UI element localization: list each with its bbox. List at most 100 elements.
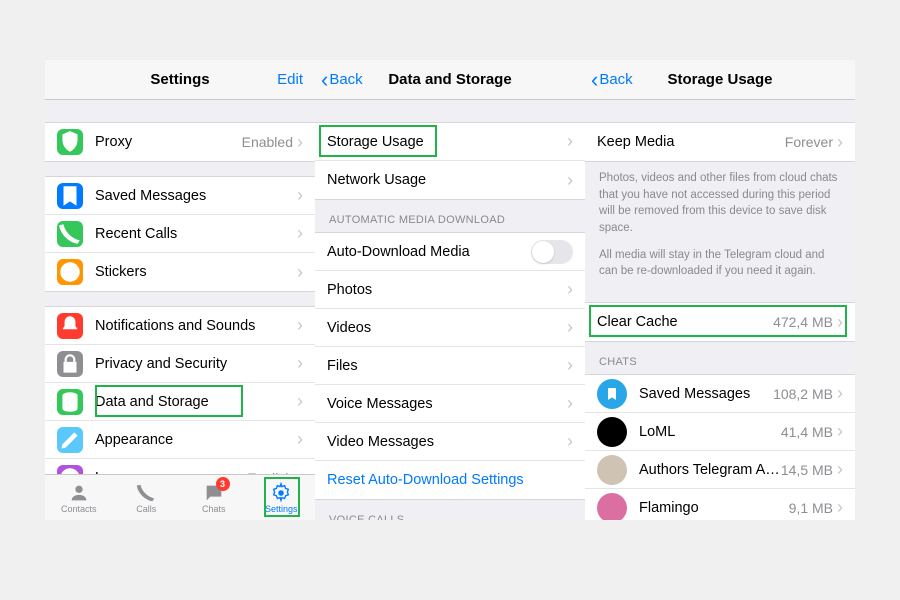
database-icon — [57, 389, 83, 415]
settings-scroll[interactable]: Proxy Enabled › Saved Messages› Recent C… — [45, 100, 315, 474]
row-label: Appearance — [95, 432, 297, 448]
phone-icon — [57, 221, 83, 247]
data-storage-scroll[interactable]: Storage Usage› Network Usage› AUTOMATIC … — [315, 100, 585, 520]
settings-header: Settings Edit — [45, 60, 315, 100]
chat-label: LoML — [639, 424, 781, 440]
chevron-right-icon: › — [297, 262, 303, 283]
storage-usage-scroll[interactable]: Keep Media Forever › Photos, videos and … — [585, 100, 855, 520]
stickers-row[interactable]: Stickers› — [45, 253, 315, 291]
chevron-right-icon: › — [837, 312, 843, 333]
gear-icon — [269, 482, 293, 504]
section-header: CHATS — [585, 342, 855, 374]
proxy-label: Proxy — [95, 134, 242, 150]
chat-row[interactable]: Authors Telegram Accou…14,5 MB› — [585, 451, 855, 489]
tab-label: Contacts — [61, 504, 97, 514]
auto-download-switch[interactable] — [531, 240, 573, 264]
contacts-icon — [67, 482, 91, 504]
row-label: Language — [95, 470, 247, 474]
chat-row[interactable]: LoML41,4 MB› — [585, 413, 855, 451]
avatar — [597, 455, 627, 485]
tab-label: Calls — [136, 504, 156, 514]
recent-calls-row[interactable]: Recent Calls› — [45, 215, 315, 253]
chevron-right-icon: › — [567, 393, 573, 414]
voice-messages-row[interactable]: Voice Messages› — [315, 385, 585, 423]
tab-calls[interactable]: Calls — [113, 475, 181, 520]
row-label: Recent Calls — [95, 226, 297, 242]
language-row[interactable]: Language English › — [45, 459, 315, 474]
bookmark-icon — [57, 183, 83, 209]
chevron-right-icon: › — [567, 131, 573, 152]
row-label: Auto-Download Media — [327, 244, 531, 260]
footnote: Photos, videos and other files from clou… — [585, 162, 855, 245]
clear-cache-row[interactable]: Clear Cache 472,4 MB › — [585, 303, 855, 341]
chevron-right-icon: › — [297, 223, 303, 244]
row-label: Files — [327, 358, 567, 374]
row-value: Forever — [785, 134, 833, 150]
chat-row[interactable]: Saved Messages108,2 MB› — [585, 375, 855, 413]
page-title: Storage Usage — [667, 71, 772, 88]
section-header: VOICE CALLS — [315, 500, 585, 520]
data-storage-screen: ‹Back Data and Storage Storage Usage› Ne… — [315, 60, 585, 520]
section-header: AUTOMATIC MEDIA DOWNLOAD — [315, 200, 585, 232]
chat-label: Authors Telegram Accou… — [639, 462, 781, 478]
row-label: Reset Auto-Download Settings — [327, 472, 573, 488]
row-value: English — [247, 470, 293, 474]
chevron-left-icon: ‹ — [591, 69, 598, 91]
chevron-right-icon: › — [297, 391, 303, 412]
footnote: All media will stay in the Telegram clou… — [585, 245, 855, 288]
chat-label: Saved Messages — [639, 386, 773, 402]
tab-settings[interactable]: Settings — [248, 475, 316, 520]
phone-icon — [134, 482, 158, 504]
keep-media-row[interactable]: Keep Media Forever › — [585, 123, 855, 161]
chevron-left-icon: ‹ — [321, 69, 328, 91]
globe-icon — [57, 465, 83, 474]
row-label: Voice Messages — [327, 396, 567, 412]
photos-row[interactable]: Photos› — [315, 271, 585, 309]
chevron-right-icon: › — [837, 497, 843, 518]
videos-row[interactable]: Videos› — [315, 309, 585, 347]
video-messages-row[interactable]: Video Messages› — [315, 423, 585, 461]
tab-label: Settings — [265, 504, 298, 514]
back-label: Back — [329, 71, 362, 88]
row-label: Notifications and Sounds — [95, 318, 297, 334]
tab-bar: Contacts Calls 3 Chats Settings — [45, 474, 315, 520]
chat-size: 9,1 MB — [789, 500, 833, 516]
chevron-right-icon: › — [567, 170, 573, 191]
avatar — [597, 417, 627, 447]
saved-messages-row[interactable]: Saved Messages› — [45, 177, 315, 215]
bell-icon — [57, 313, 83, 339]
storage-usage-screen: ‹Back Storage Usage Keep Media Forever ›… — [585, 60, 855, 520]
tab-chats[interactable]: 3 Chats — [180, 475, 248, 520]
header: ‹Back Data and Storage — [315, 60, 585, 100]
appearance-row[interactable]: Appearance› — [45, 421, 315, 459]
tab-contacts[interactable]: Contacts — [45, 475, 113, 520]
header: ‹Back Storage Usage — [585, 60, 855, 100]
network-usage-row[interactable]: Network Usage› — [315, 161, 585, 199]
row-label: Storage Usage — [327, 134, 567, 150]
chevron-right-icon: › — [567, 279, 573, 300]
chevron-right-icon: › — [297, 185, 303, 206]
shield-icon — [57, 129, 83, 155]
back-button[interactable]: ‹Back — [321, 69, 363, 91]
chevron-right-icon: › — [567, 355, 573, 376]
back-button[interactable]: ‹Back — [591, 69, 633, 91]
row-label: Clear Cache — [597, 314, 773, 330]
chevron-right-icon: › — [837, 459, 843, 480]
data-storage-row[interactable]: Data and Storage› — [45, 383, 315, 421]
row-label: Privacy and Security — [95, 356, 297, 372]
sticker-icon — [57, 259, 83, 285]
notifications-row[interactable]: Notifications and Sounds› — [45, 307, 315, 345]
privacy-row[interactable]: Privacy and Security› — [45, 345, 315, 383]
chevron-right-icon: › — [837, 383, 843, 404]
row-label: Video Messages — [327, 434, 567, 450]
chat-label: Flamingo — [639, 500, 789, 516]
proxy-row[interactable]: Proxy Enabled › — [45, 123, 315, 161]
storage-usage-row[interactable]: Storage Usage› — [315, 123, 585, 161]
reset-auto-download-row[interactable]: Reset Auto-Download Settings — [315, 461, 585, 499]
auto-download-row[interactable]: Auto-Download Media — [315, 233, 585, 271]
chat-row[interactable]: Flamingo9,1 MB› — [585, 489, 855, 520]
lock-icon — [57, 351, 83, 377]
brush-icon — [57, 427, 83, 453]
edit-button[interactable]: Edit — [277, 71, 303, 88]
files-row[interactable]: Files› — [315, 347, 585, 385]
